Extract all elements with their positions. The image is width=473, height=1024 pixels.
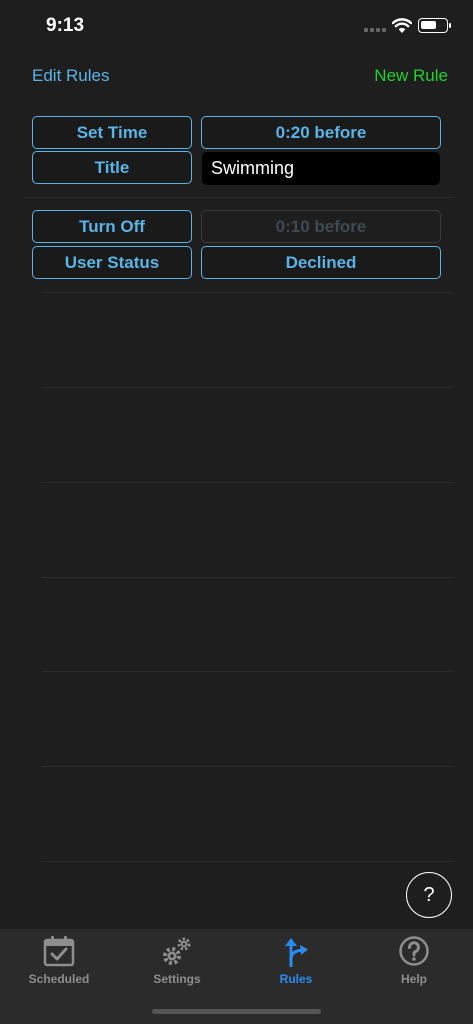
tab-label: Help (400, 972, 427, 986)
tab-settings[interactable]: Settings (127, 935, 227, 995)
tab-label: Rules (279, 972, 313, 986)
tab-label: Settings (153, 972, 201, 986)
divider (24, 197, 455, 198)
status-bar: 9:13 (0, 0, 473, 54)
divider (42, 861, 455, 862)
edit-rules-button[interactable]: Edit Rules (32, 66, 109, 86)
tab-help[interactable]: Help (364, 935, 464, 995)
battery-icon (418, 18, 451, 33)
rule-1-set-time-button[interactable]: Set Time (32, 116, 192, 149)
tab-scheduled[interactable]: Scheduled (9, 935, 109, 995)
rule-1-time-value-button[interactable]: 0:20 before (201, 116, 441, 149)
rule-2-time-value-button: 0:10 before (201, 210, 441, 243)
rule-2-turn-off-button[interactable]: Turn Off (32, 210, 192, 243)
rule-1-title-field[interactable]: Swimming (202, 152, 440, 185)
divider (42, 292, 455, 293)
divider (42, 482, 455, 483)
divider (42, 766, 455, 767)
calendar-check-icon (43, 936, 75, 967)
cellular-signal-icon (364, 28, 386, 34)
divider (42, 387, 455, 388)
rule-2-user-status-button[interactable]: User Status (32, 246, 192, 279)
tab-label: Scheduled (28, 972, 90, 986)
divider (42, 671, 455, 672)
divider (42, 577, 455, 578)
gears-icon (163, 937, 191, 965)
wifi-icon (392, 18, 412, 33)
rule-1-title-button[interactable]: Title (32, 151, 192, 184)
tab-rules[interactable]: Rules (246, 935, 346, 995)
new-rule-button[interactable]: New Rule (374, 66, 448, 86)
question-circle-icon (399, 936, 429, 966)
status-time: 9:13 (46, 15, 85, 36)
fork-arrow-icon (285, 938, 308, 967)
help-floating-button[interactable]: ? (406, 872, 452, 918)
home-indicator (152, 1009, 321, 1014)
rule-2-status-value-button[interactable]: Declined (201, 246, 441, 279)
